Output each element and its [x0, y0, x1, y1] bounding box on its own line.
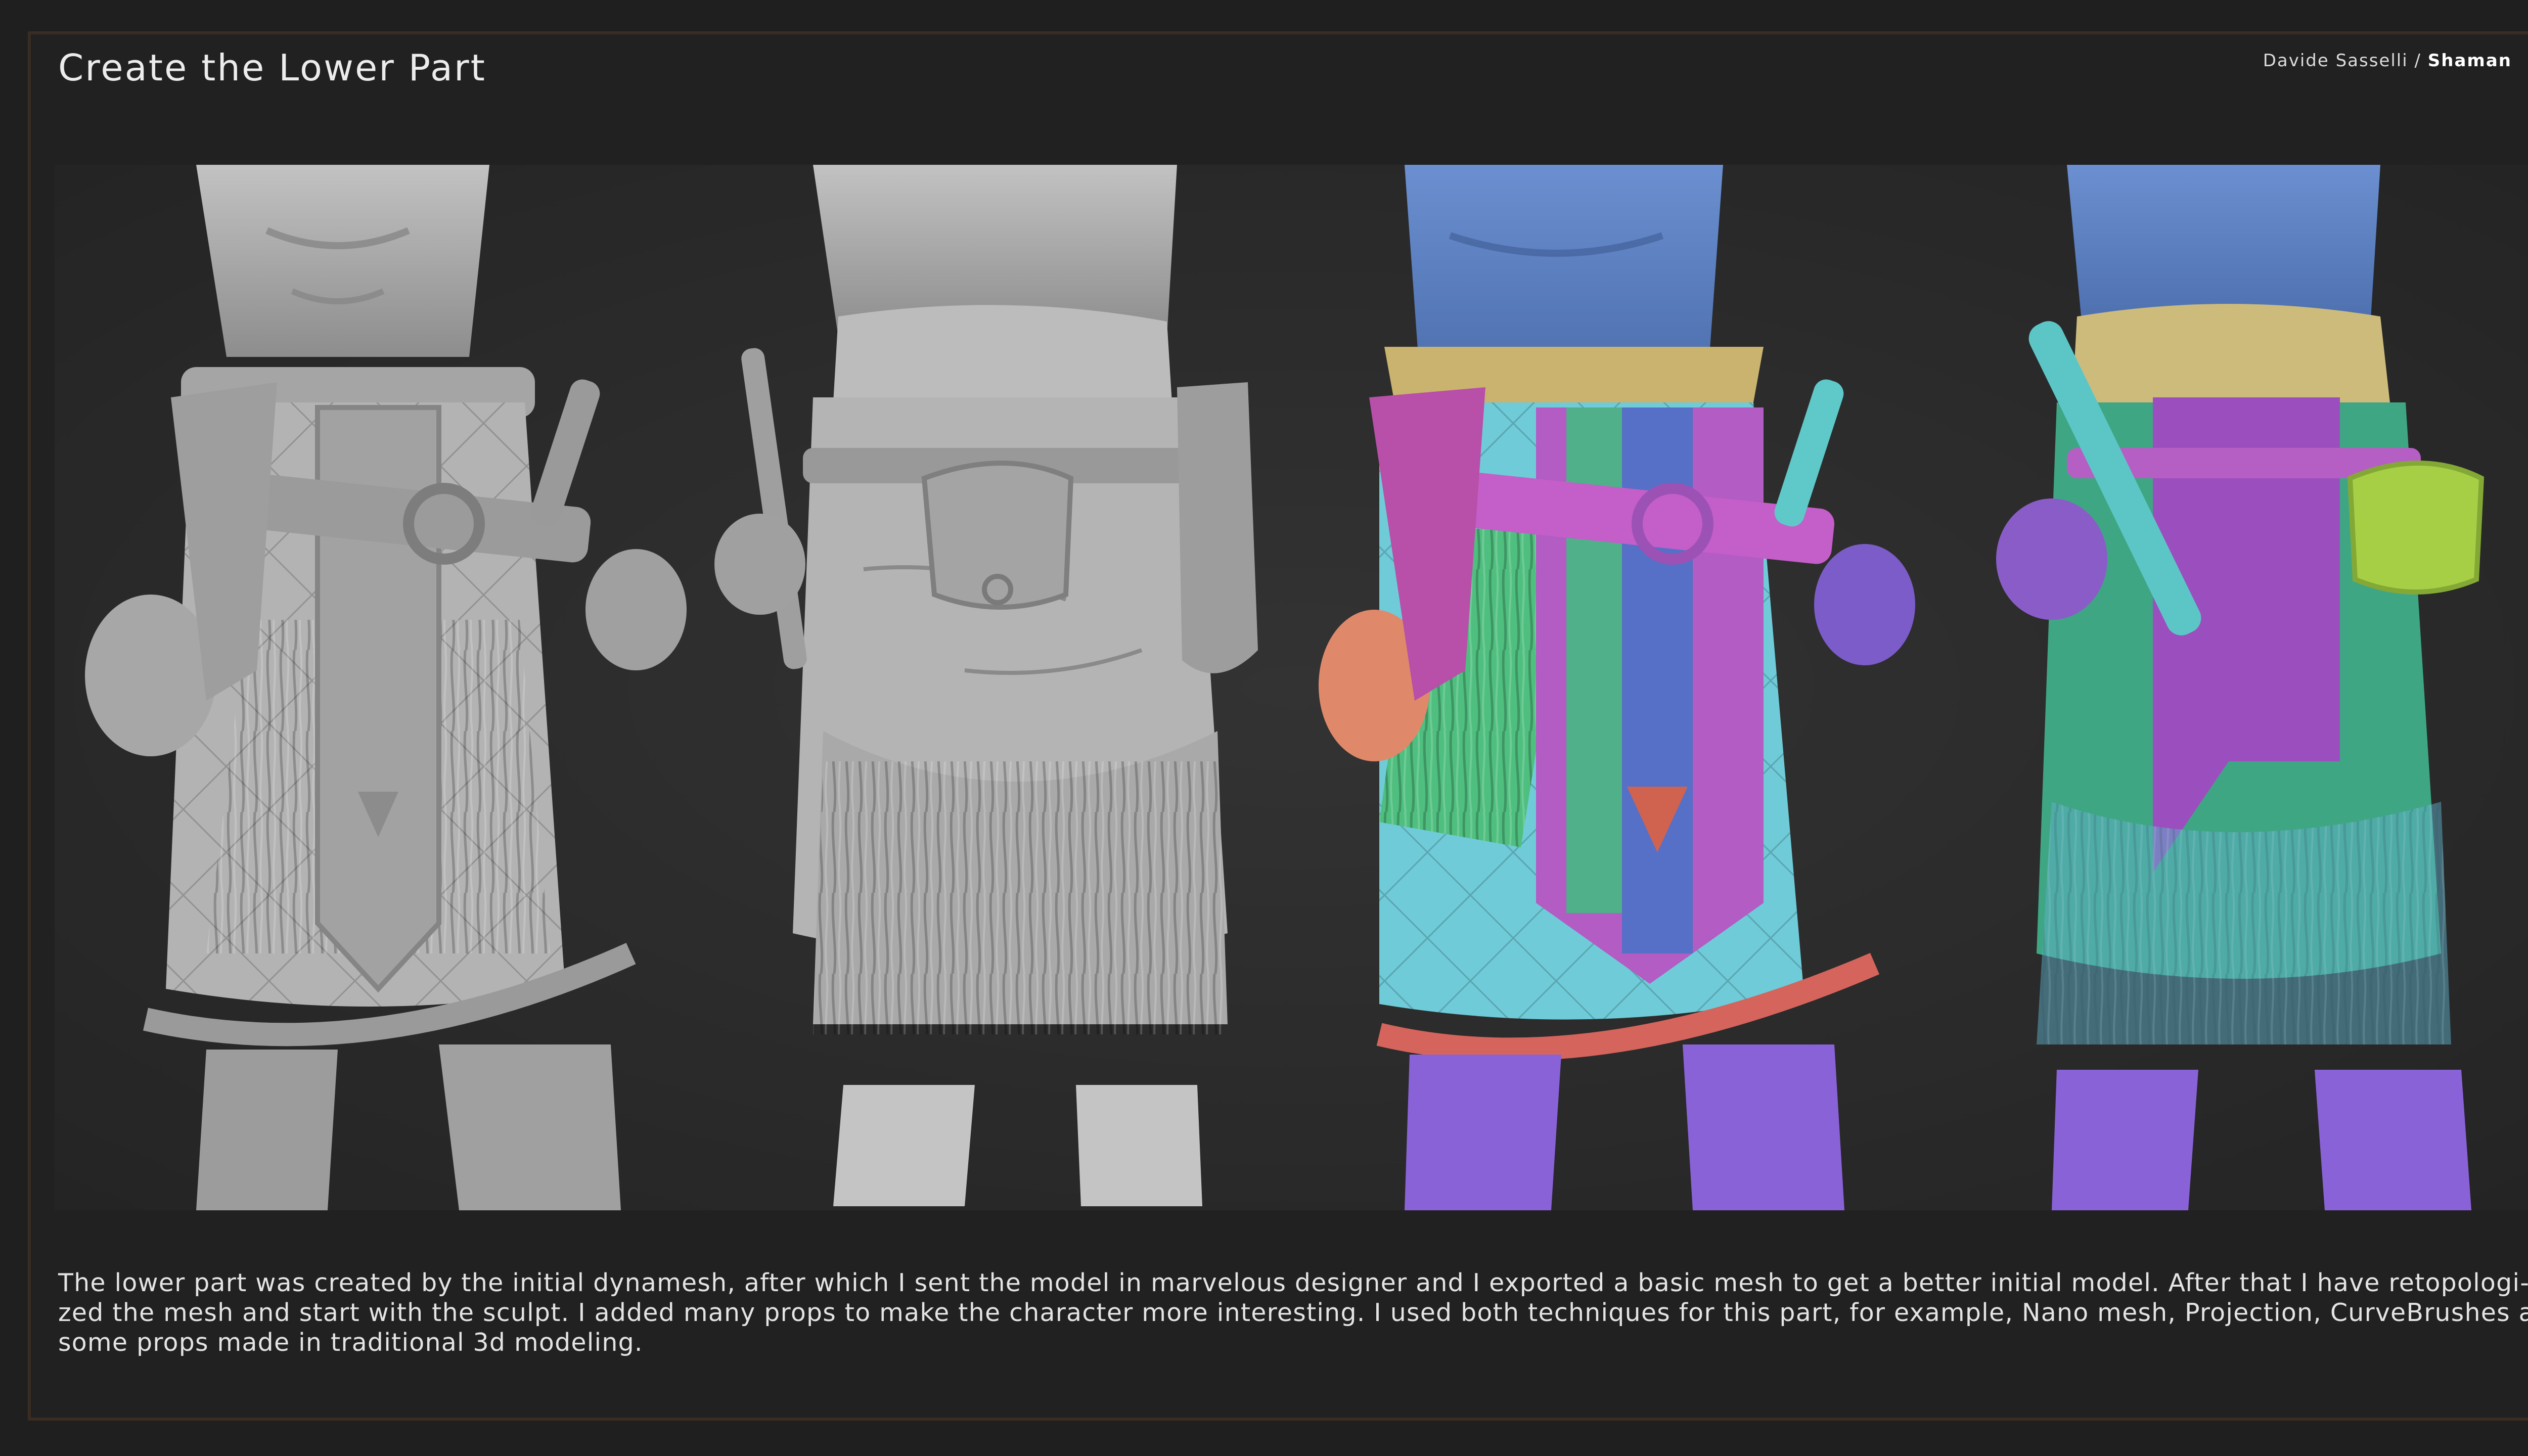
view-front-polygroups	[1319, 165, 1915, 1210]
project-name: Shaman	[2427, 51, 2512, 71]
author-credit: Davide Sasselli / Shaman	[2263, 51, 2512, 71]
description-line: The lower part was created by the initia…	[58, 1268, 2528, 1297]
description-line: some props made in traditional 3d modeli…	[58, 1328, 643, 1357]
credit-separator: /	[2408, 51, 2428, 71]
author-name: Davide Sasselli	[2263, 51, 2408, 71]
description-line: zed the mesh and start with the sculpt. …	[58, 1298, 2528, 1327]
page-title: Create the Lower Part	[58, 47, 486, 89]
view-front-clay	[85, 165, 687, 1210]
sculpt-renders	[85, 165, 2485, 1210]
view-back-clay	[714, 165, 1258, 1206]
description-paragraph: The lower part was created by the initia…	[58, 1268, 2528, 1357]
render-panel	[55, 165, 2528, 1210]
view-back-polygroups	[1996, 165, 2485, 1210]
